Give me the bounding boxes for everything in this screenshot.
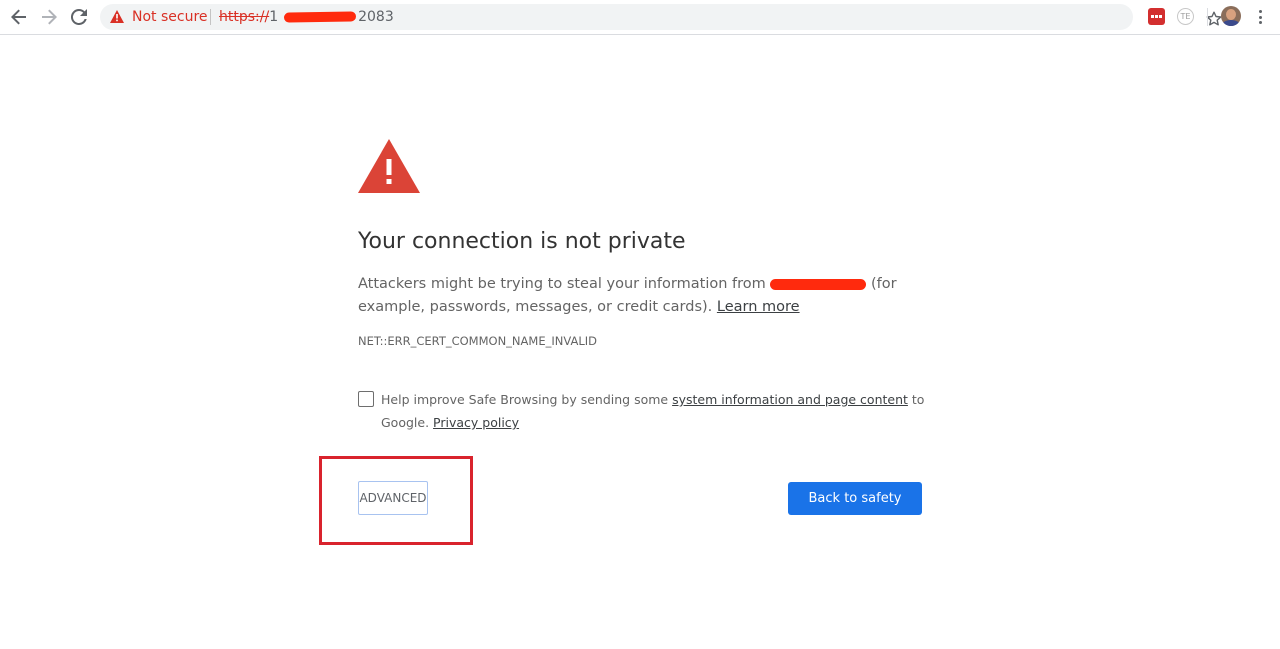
learn-more-link[interactable]: Learn more bbox=[717, 299, 800, 315]
address-bar[interactable]: Not secure https://1 2083 bbox=[100, 4, 1222, 30]
danger-triangle-icon bbox=[358, 139, 420, 193]
safe-browsing-text-before: Help improve Safe Browsing by sending so… bbox=[381, 392, 673, 407]
dots-glyph bbox=[1151, 14, 1162, 18]
not-secure-label[interactable]: Not secure bbox=[132, 8, 208, 26]
back-to-safety-button[interactable]: Back to safety bbox=[788, 482, 922, 515]
menu-dot bbox=[1258, 15, 1262, 19]
avatar[interactable] bbox=[1221, 6, 1241, 26]
url-scheme: https:// bbox=[219, 9, 270, 25]
safe-browsing-checkbox[interactable] bbox=[358, 391, 374, 407]
avatar-face bbox=[1226, 9, 1236, 20]
menu-dot bbox=[1258, 10, 1262, 13]
url-suffix: 2083 bbox=[358, 9, 394, 25]
address-separator bbox=[210, 9, 211, 25]
redaction-mark bbox=[770, 278, 867, 290]
explain-text-before: Attackers might be trying to steal your … bbox=[358, 276, 771, 292]
browser-toolbar: Not secure https://1 2083 TE bbox=[0, 0, 1280, 35]
menu-dot bbox=[1258, 21, 1262, 24]
page-title: Your connection is not private bbox=[358, 229, 686, 254]
safe-browsing-text: Help improve Safe Browsing by sending so… bbox=[381, 388, 926, 434]
explanatory-paragraph: Attackers might be trying to steal your … bbox=[358, 273, 922, 319]
system-info-link[interactable]: system information and page content bbox=[672, 392, 908, 407]
extension-red-icon[interactable] bbox=[1148, 8, 1165, 25]
arrow-left-icon bbox=[11, 9, 26, 25]
warning-triangle-icon bbox=[110, 10, 124, 23]
back-button[interactable] bbox=[5, 4, 33, 30]
privacy-policy-link[interactable]: Privacy policy bbox=[433, 415, 519, 430]
avatar-shirt bbox=[1222, 20, 1240, 26]
star-icon[interactable] bbox=[1206, 11, 1222, 27]
url-prefix: 1 bbox=[269, 9, 279, 25]
redaction-mark bbox=[284, 11, 357, 23]
more-vert-icon[interactable] bbox=[1253, 8, 1267, 26]
reload-icon bbox=[71, 9, 87, 25]
error-code: NET::ERR_CERT_COMMON_NAME_INVALID bbox=[358, 334, 597, 348]
extension-te-icon[interactable]: TE bbox=[1177, 8, 1194, 25]
reload-button[interactable] bbox=[65, 4, 93, 30]
arrow-right-icon bbox=[42, 9, 57, 25]
advanced-button[interactable]: ADVANCED bbox=[358, 481, 428, 515]
forward-button[interactable] bbox=[35, 4, 63, 30]
toolbar-divider bbox=[1207, 8, 1208, 26]
url-text[interactable]: https://1 2083 bbox=[219, 8, 394, 26]
